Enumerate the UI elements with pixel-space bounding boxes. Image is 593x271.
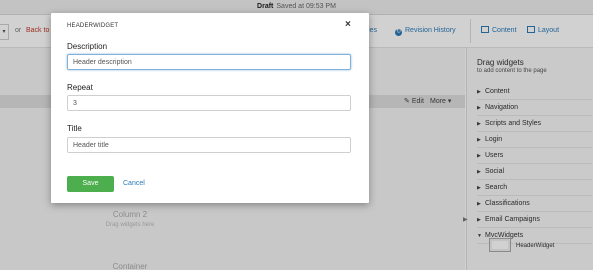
cancel-button[interactable]: Cancel <box>123 176 145 192</box>
description-label: Description <box>67 42 108 51</box>
description-input[interactable]: Header description <box>67 54 351 70</box>
save-button[interactable]: Save <box>67 176 114 192</box>
repeat-label: Repeat <box>67 83 93 92</box>
header-widget-dialog: HEADERWIDGET × Description Header descri… <box>51 13 369 203</box>
title-input[interactable]: Header title <box>67 137 351 153</box>
repeat-input[interactable]: 3 <box>67 95 351 111</box>
dialog-title: HEADERWIDGET <box>67 23 119 29</box>
title-label: Title <box>67 124 82 133</box>
close-icon[interactable]: × <box>345 19 351 30</box>
